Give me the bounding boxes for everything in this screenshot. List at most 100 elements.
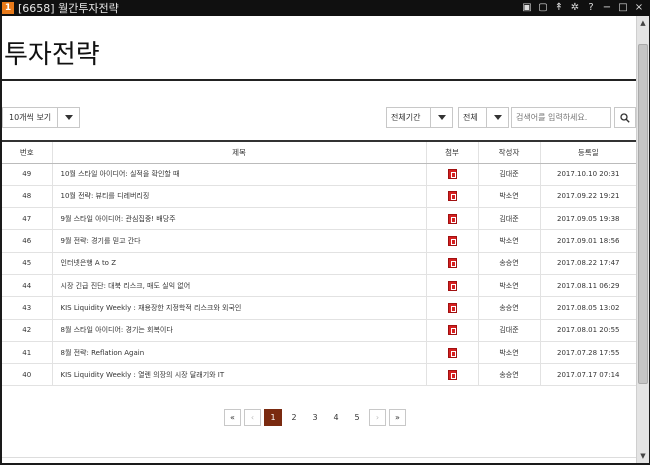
table-row[interactable]: 45 인터넷은행 A to Z 송승연 2017.08.22 17:47 — [2, 252, 636, 275]
row-title[interactable]: KIS Liquidity Weekly : 재용장한 지정학적 리스크와 외국… — [51, 296, 426, 320]
table-header-row: 번호 제목 첨부 작성자 등록일 — [2, 140, 636, 164]
pdf-attachment-icon[interactable] — [447, 325, 457, 336]
row-no: 49 — [2, 163, 52, 186]
chevron-down-icon[interactable] — [486, 108, 508, 127]
search-icon — [620, 112, 630, 123]
row-title[interactable]: KIS Liquidity Weekly : 열렌 의장의 시장 달래기와 IT — [51, 363, 426, 387]
row-date: 2017.09.05 19:38 — [539, 207, 636, 231]
window-title: [6658] 월간투자전략 — [18, 2, 119, 15]
next-page-button[interactable]: › — [369, 409, 386, 426]
table-row[interactable]: 46 9월 전략: 경기를 믿고 간다 박소연 2017.09.01 18:56 — [2, 229, 636, 253]
row-no: 47 — [2, 207, 52, 231]
page-2-button[interactable]: 2 — [285, 409, 303, 426]
row-date: 2017.10.10 20:31 — [539, 163, 636, 186]
row-no: 43 — [2, 296, 52, 320]
table-row[interactable]: 47 9월 스타일 아이디어: 관심집중! 배당주 김대준 2017.09.05… — [2, 207, 636, 231]
first-page-button[interactable]: « — [224, 409, 241, 426]
row-no: 42 — [2, 319, 52, 342]
row-author: 김대준 — [477, 319, 540, 342]
period-label: 전체기간 — [391, 113, 421, 122]
pin-icon[interactable]: ↟ — [554, 3, 564, 13]
window-titlebar: 1 [6658] 월간투자전략 ▣ ▢ ↟ ✲ ? − □ × — [0, 0, 650, 16]
page-title: 투자전략 — [4, 40, 100, 70]
period-select[interactable]: 전체기간 — [386, 107, 453, 128]
row-no: 45 — [2, 252, 52, 275]
row-title[interactable]: 9월 스타일 아이디어: 관심집중! 배당주 — [51, 207, 426, 231]
view-count-label: 10개씩 보기 — [9, 113, 52, 122]
chevron-down-icon[interactable] — [57, 108, 79, 127]
row-date: 2017.07.17 07:14 — [539, 363, 636, 387]
row-no: 40 — [2, 363, 52, 387]
pdf-attachment-icon[interactable] — [447, 213, 457, 224]
header-no: 번호 — [2, 140, 52, 164]
header-date: 등록일 — [539, 140, 636, 164]
row-title[interactable]: 시장 긴급 진단: 대북 리스크, 매도 실익 없어 — [51, 274, 426, 298]
table-row[interactable]: 42 8월 스타일 아이디어: 경기는 회복이다 김대준 2017.08.01 … — [2, 319, 636, 342]
table-row[interactable]: 41 8월 전략: Reflation Again 박소연 2017.07.28… — [2, 341, 636, 365]
scroll-up-icon[interactable]: ▲ — [637, 17, 649, 29]
minimize-icon[interactable]: − — [602, 3, 612, 13]
chevron-down-icon[interactable] — [430, 108, 452, 127]
settings-icon[interactable]: ✲ — [570, 3, 580, 13]
row-author: 김대준 — [477, 163, 540, 186]
view-count-select[interactable]: 10개씩 보기 — [2, 107, 80, 128]
pdf-attachment-icon[interactable] — [447, 347, 457, 358]
row-date: 2017.08.05 13:02 — [539, 296, 636, 320]
maximize-icon[interactable]: □ — [618, 3, 628, 13]
pdf-attachment-icon[interactable] — [447, 302, 457, 313]
row-date: 2017.07.28 17:55 — [539, 341, 636, 365]
lock-icon[interactable]: ▣ — [522, 3, 532, 13]
row-no: 48 — [2, 185, 52, 209]
row-date: 2017.09.01 18:56 — [539, 229, 636, 253]
row-date: 2017.09.22 19:21 — [539, 185, 636, 209]
row-title[interactable]: 10월 스타일 아이디어: 실적을 확인할 때 — [51, 163, 426, 186]
scrollbar-thumb[interactable] — [638, 44, 648, 384]
header-attach: 첨부 — [425, 140, 478, 164]
bottom-divider — [2, 457, 636, 458]
help-icon[interactable]: ? — [586, 3, 596, 13]
vertical-scrollbar[interactable]: ▲ ▼ — [636, 16, 649, 463]
page-3-button[interactable]: 3 — [306, 409, 324, 426]
row-author: 박소연 — [477, 274, 540, 298]
row-title[interactable]: 인터넷은행 A to Z — [51, 252, 426, 275]
link-icon[interactable]: ▢ — [538, 3, 548, 13]
row-title[interactable]: 8월 스타일 아이디어: 경기는 회복이다 — [51, 319, 426, 342]
title-divider — [2, 79, 636, 81]
page-4-button[interactable]: 4 — [327, 409, 345, 426]
pagination: « ‹ 1 2 3 4 5 › » — [224, 409, 406, 426]
pdf-attachment-icon[interactable] — [447, 258, 457, 269]
header-author: 작성자 — [477, 140, 540, 164]
row-date: 2017.08.22 17:47 — [539, 252, 636, 275]
prev-page-button[interactable]: ‹ — [244, 409, 261, 426]
last-page-button[interactable]: » — [389, 409, 406, 426]
search-button[interactable] — [614, 107, 636, 128]
scroll-down-icon[interactable]: ▼ — [637, 450, 649, 462]
pdf-attachment-icon[interactable] — [447, 191, 457, 202]
row-author: 송승연 — [477, 363, 540, 387]
scope-select[interactable]: 전체 — [458, 107, 509, 128]
row-author: 박소연 — [477, 229, 540, 253]
search-input[interactable] — [511, 107, 611, 128]
table-row[interactable]: 43 KIS Liquidity Weekly : 재용장한 지정학적 리스크와… — [2, 296, 636, 320]
pdf-attachment-icon[interactable] — [447, 369, 457, 380]
row-title[interactable]: 8월 전략: Reflation Again — [51, 341, 426, 365]
pdf-attachment-icon[interactable] — [447, 169, 457, 180]
row-author: 송승연 — [477, 296, 540, 320]
page-5-button[interactable]: 5 — [348, 409, 366, 426]
row-date: 2017.08.11 06:29 — [539, 274, 636, 298]
row-no: 46 — [2, 229, 52, 253]
row-author: 박소연 — [477, 185, 540, 209]
table-row[interactable]: 40 KIS Liquidity Weekly : 열렌 의장의 시장 달래기와… — [2, 363, 636, 387]
close-icon[interactable]: × — [634, 3, 644, 13]
table-row[interactable]: 49 10월 스타일 아이디어: 실적을 확인할 때 김대준 2017.10.1… — [2, 163, 636, 186]
row-title[interactable]: 10월 전략: 뷰티를 디레버리징 — [51, 185, 426, 209]
page-1-button[interactable]: 1 — [264, 409, 282, 426]
pdf-attachment-icon[interactable] — [447, 280, 457, 291]
row-title[interactable]: 9월 전략: 경기를 믿고 간다 — [51, 229, 426, 253]
pdf-attachment-icon[interactable] — [447, 236, 457, 247]
table-row[interactable]: 48 10월 전략: 뷰티를 디레버리징 박소연 2017.09.22 19:2… — [2, 185, 636, 209]
scope-label: 전체 — [463, 113, 478, 122]
row-no: 41 — [2, 341, 52, 365]
window-badge: 1 — [2, 2, 14, 14]
table-row[interactable]: 44 시장 긴급 진단: 대북 리스크, 매도 실익 없어 박소연 2017.0… — [2, 274, 636, 298]
